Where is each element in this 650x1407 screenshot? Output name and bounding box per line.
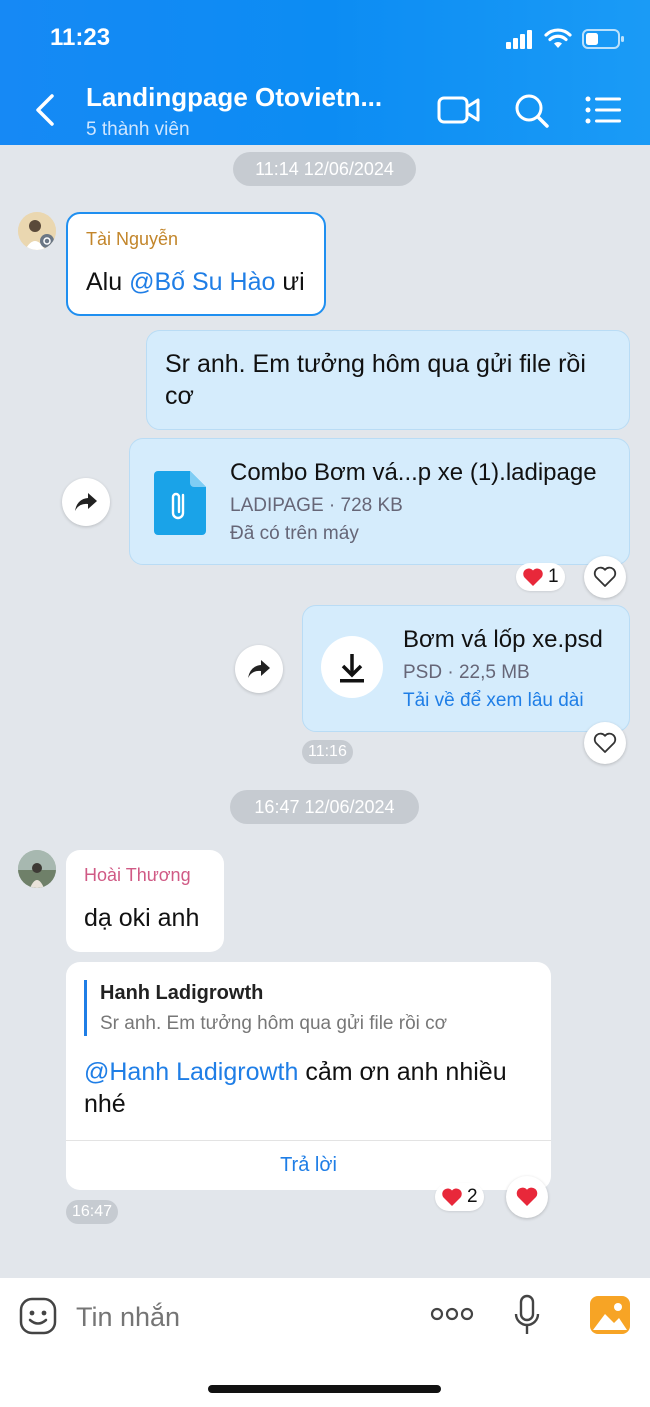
heart-icon: [516, 1187, 538, 1206]
message-bubble[interactable]: Hoài Thương dạ oki anh: [66, 850, 224, 952]
gallery-icon[interactable]: [590, 1296, 630, 1334]
message-bubble[interactable]: Tài Nguyễn Alu @Bố Su Hào ưi: [66, 212, 326, 316]
file-status: Đã có trên máy: [230, 523, 359, 544]
message-time: 11:16: [302, 740, 353, 764]
composer-bar: [0, 1278, 650, 1407]
forward-button[interactable]: [235, 645, 283, 693]
react-button[interactable]: [506, 1176, 548, 1218]
message-text-suffix: ưi: [275, 268, 305, 296]
message-text: dạ oki anh: [84, 904, 200, 932]
forward-button[interactable]: [62, 478, 110, 526]
home-indicator: [208, 1385, 441, 1393]
file-name: Bơm vá lốp xe.psd: [403, 626, 603, 653]
wifi-icon: [544, 28, 572, 48]
status-time: 11:23: [50, 24, 111, 51]
date-separator: 16:47 12/06/2024: [230, 790, 419, 824]
message-bubble-outgoing[interactable]: Sr anh. Em tưởng hôm qua gửi file rồi cơ: [146, 330, 630, 430]
chat-title[interactable]: Landingpage Otovietn...: [86, 82, 406, 113]
forward-icon: [75, 493, 97, 511]
chat-header: 11:23 Landingpage Otovietn... 5 thành vi…: [0, 0, 650, 145]
reaction-number: 1: [548, 566, 559, 587]
reaction-number: 2: [467, 1186, 478, 1207]
sender-name: Tài Nguyễn: [86, 229, 179, 249]
react-button[interactable]: [584, 556, 626, 598]
heart-icon: [523, 568, 543, 586]
mention-link[interactable]: @Hanh Ladigrowth: [84, 1058, 298, 1086]
signal-icon: [506, 30, 532, 49]
avatar-image: [18, 850, 56, 888]
quote-author: Hanh Ladigrowth: [100, 982, 264, 1004]
heart-icon: [442, 1188, 462, 1206]
file-meta: PSD · 22,5 MB: [403, 662, 530, 683]
sender-name: Hoài Thương: [84, 865, 191, 885]
reply-message-bubble[interactable]: Hanh Ladigrowth Sr anh. Em tưởng hôm qua…: [66, 962, 551, 1190]
emoji-icon[interactable]: [18, 1296, 58, 1336]
heart-outline-icon: [593, 566, 617, 587]
back-button[interactable]: [30, 88, 62, 132]
microphone-icon[interactable]: [512, 1294, 542, 1338]
mention-link[interactable]: @Bố Su Hào: [129, 268, 275, 296]
message-time: 16:47: [66, 1200, 119, 1224]
member-count[interactable]: 5 thành viên: [86, 119, 190, 141]
react-button[interactable]: [584, 722, 626, 764]
forward-icon: [248, 660, 270, 678]
download-icon: [340, 654, 364, 683]
date-separator: 11:14 12/06/2024: [233, 152, 416, 186]
heart-outline-icon: [593, 732, 617, 753]
video-call-icon[interactable]: [437, 90, 481, 130]
file-attachment[interactable]: Bơm vá lốp xe.psd PSD · 22,5 MB Tải về đ…: [302, 605, 630, 732]
message-text-prefix: Alu: [86, 268, 130, 296]
reaction-count[interactable]: 1: [516, 563, 565, 591]
status-icons: [506, 26, 626, 52]
reaction-count[interactable]: 2: [435, 1183, 484, 1211]
reply-button[interactable]: Trả lời: [66, 1141, 551, 1190]
download-link[interactable]: Tải về để xem lâu dài: [403, 690, 584, 712]
battery-icon: [582, 29, 624, 49]
file-attachment[interactable]: Combo Bơm vá...p xe (1).ladipage LADIPAG…: [129, 438, 630, 565]
avatar[interactable]: [18, 850, 56, 888]
quote-bar: [84, 980, 87, 1036]
file-name: Combo Bơm vá...p xe (1).ladipage: [230, 459, 597, 486]
more-options-icon[interactable]: [430, 1304, 474, 1324]
message-text: Sr anh. Em tưởng hôm qua gửi file rồi cơ: [165, 350, 586, 410]
avatar[interactable]: [18, 212, 56, 250]
download-button[interactable]: [321, 636, 383, 698]
quote-text: Sr anh. Em tưởng hôm qua gửi file rồi cơ: [100, 1013, 448, 1034]
menu-icon[interactable]: [582, 90, 626, 130]
file-icon: [154, 471, 206, 535]
message-text: @Hanh Ladigrowth cảm ơn anh nhiều nhé: [84, 1056, 534, 1120]
message-text: Alu @Bố Su Hào ưi: [86, 266, 305, 298]
search-icon[interactable]: [510, 90, 554, 130]
message-input[interactable]: [74, 1296, 398, 1338]
avatar-image: [18, 212, 56, 250]
file-meta: LADIPAGE · 728 KB: [230, 495, 403, 516]
